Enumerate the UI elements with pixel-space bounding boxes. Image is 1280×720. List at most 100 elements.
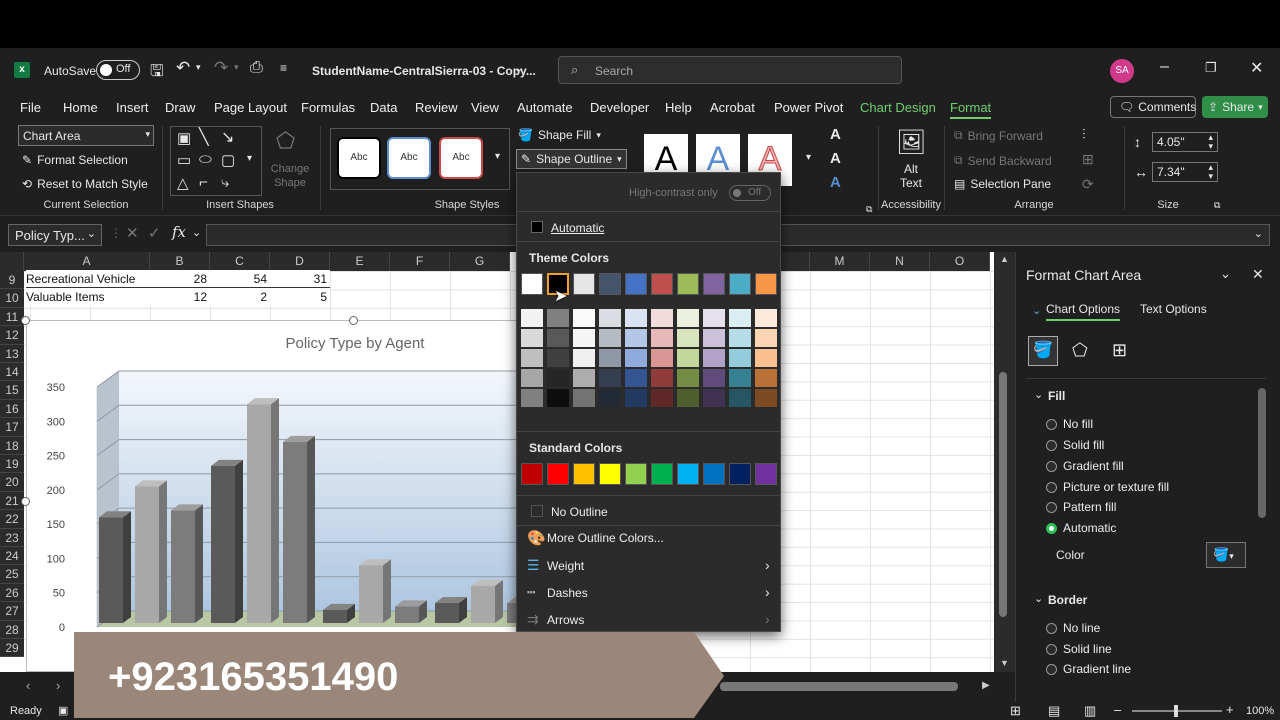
minimize-icon[interactable]: –: [1160, 58, 1169, 76]
theme-shade-swatch[interactable]: [729, 329, 751, 347]
curve-connector-icon[interactable]: ⤷: [221, 174, 229, 191]
text-fill-icon[interactable]: A: [830, 126, 841, 143]
shapes-gallery[interactable]: ▣ ╲ ↘ ▭ ⬭ ▢ △ ⌐ ⤷ ▾: [170, 126, 262, 196]
theme-shade-swatch[interactable]: [703, 329, 725, 347]
radio-solid-fill[interactable]: Solid fill: [1046, 438, 1104, 452]
standard-color-swatch[interactable]: [651, 463, 673, 485]
style-red-outline[interactable]: Abc: [439, 137, 483, 179]
fill-section-header[interactable]: Fill: [1048, 389, 1065, 403]
vertical-scrollbar[interactable]: ▲ ▼: [994, 252, 1015, 672]
elbow-connector-icon[interactable]: ⌐: [199, 174, 208, 191]
undo-dropdown-icon[interactable]: ▾: [196, 62, 201, 73]
weight-option[interactable]: Weight: [547, 559, 584, 573]
expand-formula-icon[interactable]: ⌄: [1254, 227, 1263, 240]
wordart-launcher-icon[interactable]: ⧉: [866, 204, 872, 215]
scroll-thumb[interactable]: [999, 372, 1007, 617]
automatic-option[interactable]: Automatic: [551, 221, 604, 235]
row-header[interactable]: 29: [0, 639, 24, 658]
column-header[interactable]: G: [450, 252, 510, 271]
standard-color-swatch[interactable]: [625, 463, 647, 485]
shape-width-input[interactable]: 7.34" ▴ ▾: [1152, 162, 1218, 182]
row-header[interactable]: 9: [0, 271, 24, 290]
line-icon[interactable]: ╲: [199, 127, 209, 147]
spinner-icon[interactable]: ▴ ▾: [1208, 163, 1213, 181]
row-header[interactable]: 25: [0, 565, 24, 584]
theme-shade-swatch[interactable]: [521, 369, 543, 387]
theme-shade-swatch[interactable]: [651, 349, 673, 367]
theme-shade-swatch[interactable]: [547, 369, 569, 387]
cell-value[interactable]: 12: [150, 288, 210, 306]
rounded-rect-icon[interactable]: ▢: [221, 151, 235, 169]
standard-color-swatch[interactable]: [729, 463, 751, 485]
arrow-icon[interactable]: ↘: [221, 127, 234, 147]
prev-sheet-icon[interactable]: ‹: [26, 678, 30, 693]
file-name[interactable]: StudentName-CentralSierra-03 - Copy...: [312, 64, 536, 78]
column-header[interactable]: N: [870, 252, 930, 271]
shape-height-input[interactable]: 4.05" ▴ ▾: [1152, 132, 1218, 152]
insert-function-icon[interactable]: fx: [172, 223, 186, 241]
horizontal-scroll-thumb[interactable]: [720, 682, 958, 691]
tab-text-options[interactable]: Text Options: [1140, 302, 1207, 316]
theme-shade-swatch[interactable]: [677, 329, 699, 347]
theme-shade-swatch[interactable]: [573, 389, 595, 407]
theme-color-swatch[interactable]: [677, 273, 699, 295]
radio-gradient-fill[interactable]: Gradient fill: [1046, 459, 1124, 473]
dashes-option[interactable]: Dashes: [547, 586, 588, 600]
normal-view-icon[interactable]: ⊞: [1010, 703, 1021, 719]
chart-elements-select[interactable]: Chart Area ▾: [18, 125, 154, 146]
standard-color-swatch[interactable]: [677, 463, 699, 485]
theme-color-swatch[interactable]: [521, 273, 543, 295]
no-outline-option[interactable]: No Outline: [551, 505, 608, 519]
chevron-down-icon[interactable]: ⌄: [192, 226, 201, 239]
theme-shade-swatch[interactable]: [521, 309, 543, 327]
theme-shade-swatch[interactable]: [573, 329, 595, 347]
standard-color-swatch[interactable]: [521, 463, 543, 485]
row-header[interactable]: 20: [0, 473, 24, 492]
chevron-down-icon[interactable]: ⌄: [1034, 388, 1043, 401]
gallery-more-icon[interactable]: ▾: [247, 153, 252, 164]
autosave-toggle[interactable]: Off: [96, 60, 140, 80]
cell-value[interactable]: 54: [210, 270, 270, 288]
theme-shade-swatch[interactable]: [729, 349, 751, 367]
rectangle-icon[interactable]: ▭: [177, 151, 191, 169]
cell-value[interactable]: 2: [210, 288, 270, 306]
size-properties-icon[interactable]: ⊞: [1112, 340, 1127, 361]
tab-acrobat[interactable]: Acrobat: [710, 100, 755, 115]
tab-format[interactable]: Format: [950, 100, 992, 119]
theme-shade-swatch[interactable]: [625, 349, 647, 367]
theme-shade-swatch[interactable]: [599, 349, 621, 367]
theme-shade-swatch[interactable]: [677, 309, 699, 327]
gallery-more-icon[interactable]: ▾: [495, 151, 500, 162]
column-header[interactable]: E: [330, 252, 390, 271]
theme-shade-swatch[interactable]: [755, 349, 777, 367]
theme-shade-swatch[interactable]: [547, 389, 569, 407]
search-box[interactable]: ⌕ Search: [558, 56, 902, 84]
theme-color-swatch[interactable]: [729, 273, 751, 295]
row-header[interactable]: 19: [0, 455, 24, 474]
text-effects-icon[interactable]: A: [830, 174, 841, 191]
column-header[interactable]: A: [24, 252, 150, 271]
row-header[interactable]: 16: [0, 399, 24, 419]
radio-no-fill[interactable]: No fill: [1046, 417, 1093, 431]
row-header[interactable]: 23: [0, 528, 24, 547]
theme-shade-swatch[interactable]: [651, 389, 673, 407]
theme-color-swatch[interactable]: [651, 273, 673, 295]
theme-shade-swatch[interactable]: [599, 309, 621, 327]
theme-shade-swatch[interactable]: [703, 349, 725, 367]
tab-page-layout[interactable]: Page Layout: [214, 100, 287, 115]
name-box[interactable]: Policy Typ... ⌄: [8, 224, 102, 246]
column-header[interactable]: M: [810, 252, 870, 271]
theme-shade-swatch[interactable]: [677, 349, 699, 367]
row-header[interactable]: 24: [0, 547, 24, 566]
selection-pane-button[interactable]: ▤ Selection Pane: [954, 177, 1051, 191]
theme-color-swatch[interactable]: [599, 273, 621, 295]
tab-view[interactable]: View: [471, 100, 499, 115]
avatar[interactable]: SA: [1110, 59, 1134, 83]
align-icon[interactable]: ⫶: [1082, 126, 1086, 143]
textbox-icon[interactable]: ▣: [177, 129, 191, 147]
theme-shade-swatch[interactable]: [729, 309, 751, 327]
scroll-right-icon[interactable]: ▶: [982, 680, 990, 691]
cell-label[interactable]: Valuable Items: [26, 288, 150, 306]
reset-style-button[interactable]: ⟲ Reset to Match Style: [22, 177, 148, 191]
tab-help[interactable]: Help: [665, 100, 692, 115]
